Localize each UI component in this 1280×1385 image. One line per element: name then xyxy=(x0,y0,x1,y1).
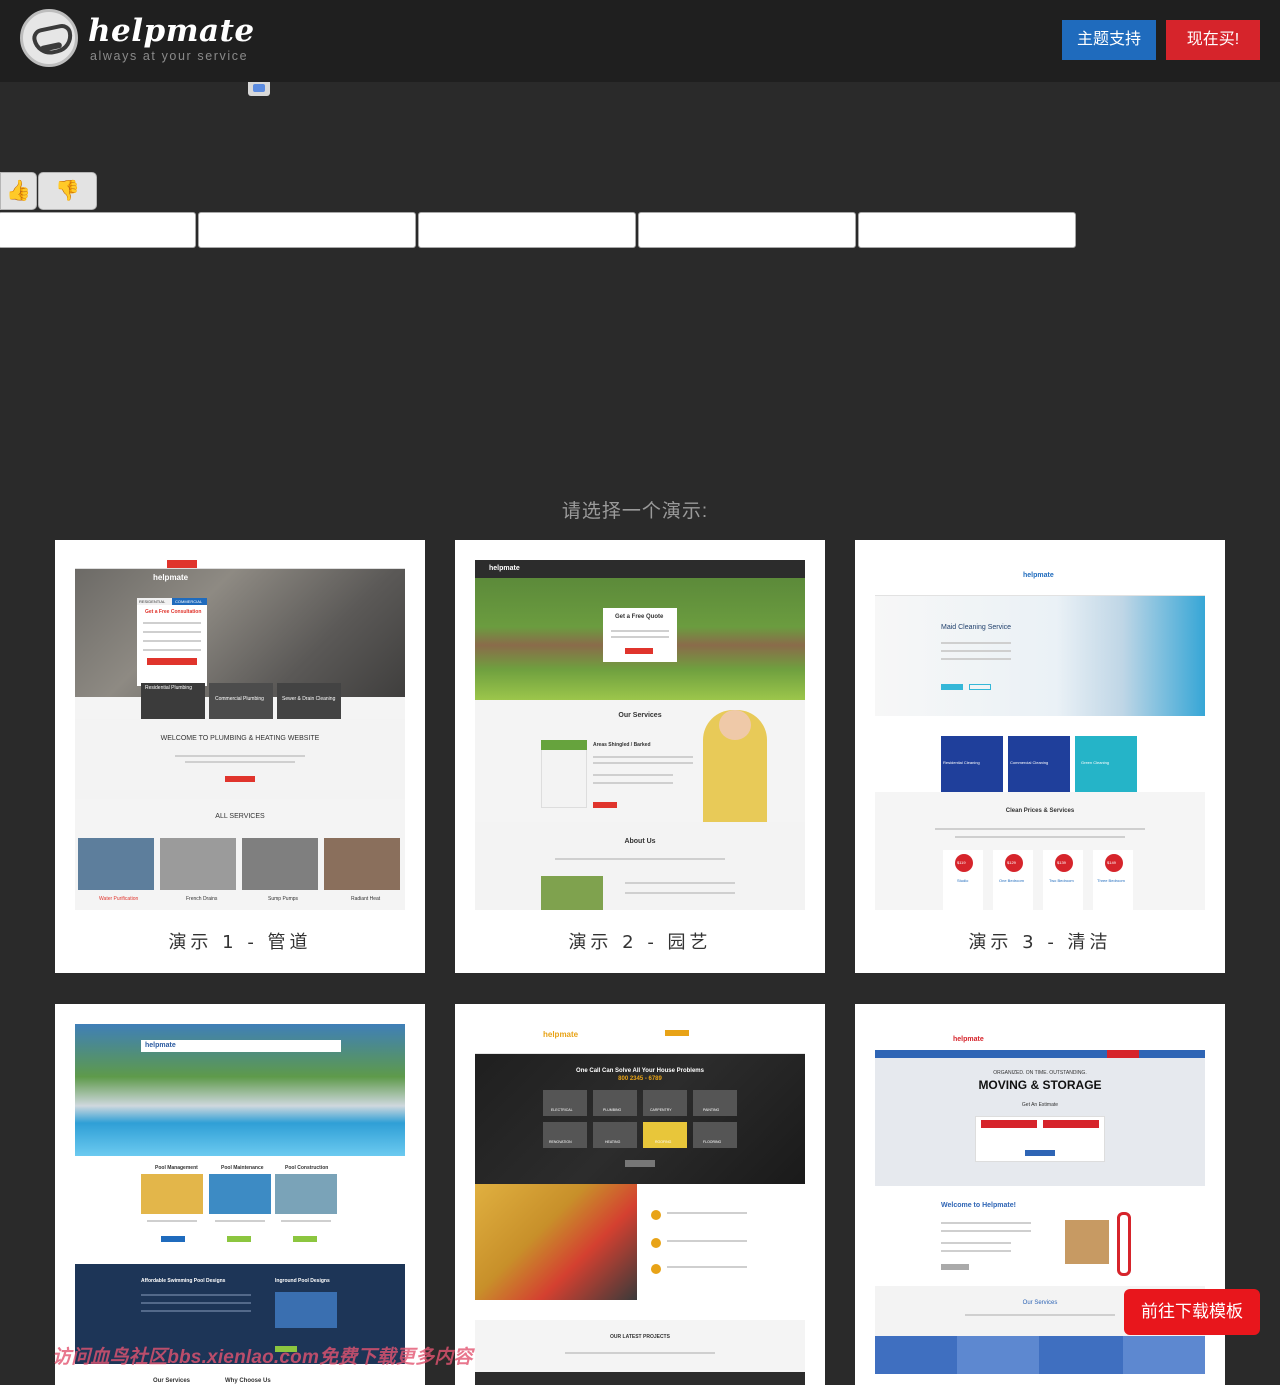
preview-tile: HEATING xyxy=(605,1140,621,1144)
demo-preview-cleaning: helpmate Maid Cleaning Service Residenti… xyxy=(875,560,1205,910)
preview-hero-sub: ORGANIZED. ON TIME. OUTSTANDING. xyxy=(993,1070,1087,1076)
watermark-text: 访问血鸟社区bbs.xienlao.com免费下载更多内容 xyxy=(52,1347,473,1368)
preview-price: $139 xyxy=(1057,860,1066,865)
thumbs-up-icon: 👍 xyxy=(6,180,31,202)
top-bar: helpmate always at your service 主题支持 现在买… xyxy=(0,0,1280,82)
brand-name: helpmate xyxy=(88,13,255,49)
preview-service: Sump Pumps xyxy=(268,896,299,902)
theme-support-button[interactable]: 主题支持 xyxy=(1062,20,1156,60)
preview-tile: RENOVATION xyxy=(549,1140,572,1144)
demo-label[interactable]: 演示 1 - 管道 xyxy=(55,928,425,954)
preview-column: Pool Construction xyxy=(285,1165,329,1171)
preview-service: French Drains xyxy=(186,896,218,902)
demo-card-plumbing[interactable]: helpmate RESIDENTIAL COMMERCIAL Get a Fr… xyxy=(55,540,425,973)
preview-tab: COMMERCIAL xyxy=(175,599,203,604)
preview-projects-title: OUR LATEST PROJECTS xyxy=(610,1334,670,1340)
thumbs-up-button[interactable]: 👍 xyxy=(0,172,37,210)
preview-plan: Three Bedroom xyxy=(1097,878,1125,883)
preview-welcome: WELCOME TO PLUMBING & HEATING WEBSITE xyxy=(160,735,320,742)
preview-tile: Green Cleaning xyxy=(1081,760,1110,765)
demo-preview-gardening: helpmate Get a Free Quote Our Services A… xyxy=(475,560,805,910)
preview-footer-left: Our Services xyxy=(153,1378,191,1384)
demo-card-gardening[interactable]: helpmate Get a Free Quote Our Services A… xyxy=(455,540,825,973)
preview-phone: 800 2345 - 6789 xyxy=(618,1076,662,1082)
preview-price: $129 xyxy=(1007,860,1016,865)
preview-column: Pool Maintenance xyxy=(221,1165,264,1171)
demo-card-pool[interactable]: helpmate Pool Management Pool Maintenanc… xyxy=(55,1004,425,1385)
preview-price: $149 xyxy=(1107,860,1116,865)
buy-now-button[interactable]: 现在买! xyxy=(1166,20,1260,60)
preview-tile: ELECTRICAL xyxy=(551,1108,573,1112)
option-box[interactable] xyxy=(638,212,856,248)
preview-hero-box: Get a Free Quote xyxy=(615,614,664,620)
preview-estimate: Get An Estimate xyxy=(1021,1102,1059,1108)
preview-prices-title: Clean Prices & Services xyxy=(1005,808,1075,814)
preview-service: Radiant Heat xyxy=(351,896,381,902)
preview-plan: Studio xyxy=(957,878,969,883)
preview-hero-title: Get a Free Consultation xyxy=(145,609,202,615)
preview-tile: ROOFING xyxy=(655,1140,672,1144)
demo-section-title: 请选择一个演示: xyxy=(561,501,709,522)
demo-label[interactable]: 演示 3 - 清洁 xyxy=(855,928,1225,954)
option-box[interactable] xyxy=(198,212,416,248)
preview-tile: CARPENTRY xyxy=(650,1108,672,1112)
demo-preview-handyman: helpmate One Call Can Solve All Your Hou… xyxy=(475,1024,805,1385)
demo-label[interactable]: 演示 2 - 园艺 xyxy=(455,928,825,954)
option-box[interactable] xyxy=(0,212,196,248)
preview-tab: RESIDENTIAL xyxy=(139,599,166,604)
preview-band-left: Affordable Swimming Pool Designs xyxy=(141,1278,226,1284)
preview-service-item: Areas Shingled / Barked xyxy=(593,742,651,748)
preview-tile: PLUMBING xyxy=(603,1108,622,1112)
demo-card-cleaning[interactable]: helpmate Maid Cleaning Service Residenti… xyxy=(855,540,1225,973)
preview-about-title: About Us xyxy=(624,838,656,845)
handshake-logo-icon xyxy=(20,9,78,67)
preview-service: Residential Plumbing xyxy=(145,685,192,691)
preview-band-right: Inground Pool Designs xyxy=(275,1278,330,1284)
brand-tagline: always at your service xyxy=(90,49,249,63)
preview-footer-right: Why Choose Us xyxy=(225,1378,271,1384)
thumbs-down-button[interactable]: 👎 xyxy=(38,172,97,210)
option-box[interactable] xyxy=(858,212,1076,248)
option-box[interactable] xyxy=(418,212,636,248)
thumbs-down-icon: 👎 xyxy=(55,180,80,202)
preview-tile: Commercial Cleaning xyxy=(1010,760,1049,765)
preview-service: Commercial Plumbing xyxy=(215,696,264,702)
preview-plan: One Bedroom xyxy=(999,878,1024,883)
demo-preview-pool: helpmate Pool Management Pool Maintenanc… xyxy=(75,1024,405,1385)
translate-icon[interactable] xyxy=(248,82,270,96)
preview-column: Pool Management xyxy=(155,1165,198,1171)
preview-price: $119 xyxy=(957,860,966,865)
preview-tile: Residential Cleaning xyxy=(943,760,980,765)
preview-tile: FLOORING xyxy=(703,1140,722,1144)
preview-services-title: ALL SERVICES xyxy=(215,813,265,820)
preview-plan: Two Bedroom xyxy=(1049,878,1074,883)
preview-service: Sewer & Drain Cleaning xyxy=(282,696,336,702)
preview-service: Water Purification xyxy=(99,896,139,902)
preview-tile: PAINTING xyxy=(703,1108,720,1112)
preview-hero-title: MOVING & STORAGE xyxy=(978,1078,1102,1092)
preview-hero-title: Maid Cleaning Service xyxy=(941,624,1012,631)
preview-welcome: Welcome to Helpmate! xyxy=(941,1202,1016,1209)
preview-hero-title: One Call Can Solve All Your House Proble… xyxy=(576,1068,704,1074)
brand-logo[interactable]: helpmate always at your service xyxy=(20,9,280,69)
demo-card-handyman[interactable]: helpmate One Call Can Solve All Your Hou… xyxy=(455,1004,825,1385)
download-template-button[interactable]: 前往下载模板 xyxy=(1124,1289,1260,1335)
demo-preview-plumbing: helpmate RESIDENTIAL COMMERCIAL Get a Fr… xyxy=(75,560,405,910)
